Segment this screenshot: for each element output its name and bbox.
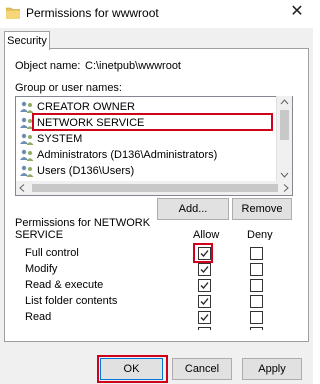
users-icon: [20, 165, 34, 178]
users-icon: [20, 101, 34, 114]
allow-checkbox-read[interactable]: [198, 311, 211, 324]
list-item-system[interactable]: SYSTEM: [20, 131, 82, 147]
permission-row-read-execute: Read & execute: [15, 277, 291, 294]
permission-name: Read: [25, 311, 52, 323]
cancel-button[interactable]: Cancel: [172, 358, 232, 380]
deny-checkbox-read-execute[interactable]: [250, 279, 263, 292]
permission-name: Full control: [25, 247, 79, 259]
allow-checkbox-read-execute[interactable]: [198, 279, 211, 292]
allow-checkbox-list-folder-contents[interactable]: [198, 295, 211, 308]
permission-name: List folder contents: [25, 295, 118, 307]
highlight-network-service: [32, 113, 273, 131]
list-item-label: CREATOR OWNER: [37, 101, 135, 113]
window-title: Permissions for wwwroot: [26, 6, 159, 20]
deny-checkbox-modify[interactable]: [250, 263, 263, 276]
tab-security-label: Security: [7, 35, 47, 47]
list-item-label: Users (D136\Users): [37, 165, 135, 177]
object-name-value: C:\inetpub\wwwroot: [85, 60, 181, 72]
list-item-label: Administrators (D136\Administrators): [37, 149, 218, 161]
list-item-administrators[interactable]: Administrators (D136\Administrators): [20, 147, 217, 163]
list-horizontal-scrollbar[interactable]: [15, 181, 293, 196]
remove-button[interactable]: Remove: [232, 198, 292, 220]
permission-row-list-folder-contents: List folder contents: [15, 293, 291, 310]
permission-name: Read & execute: [25, 279, 104, 291]
users-icon: [20, 149, 34, 162]
tab-security[interactable]: Security: [4, 31, 50, 50]
highlight-ok-button: [97, 355, 168, 383]
folder-icon: [5, 7, 21, 20]
permissions-label-line1: Permissions for NETWORK: [15, 217, 151, 229]
permission-row-read: Read: [15, 309, 291, 326]
list-item-users[interactable]: Users (D136\Users): [20, 163, 134, 179]
permission-row-modify: Modify: [15, 261, 291, 278]
group-user-listbox[interactable]: CREATOR OWNER NETWORK SERVICE SYSTEM Adm…: [15, 96, 293, 183]
deny-checkbox-partial[interactable]: [250, 327, 263, 330]
users-icon: [20, 133, 34, 146]
permission-name: Modify: [25, 263, 58, 275]
highlight-full-control-allow: [193, 243, 213, 263]
permissions-table: Full control Modify Read & execute List …: [15, 240, 291, 330]
add-button[interactable]: Add...: [157, 198, 229, 220]
deny-checkbox-full-control[interactable]: [250, 247, 263, 260]
group-list-label: Group or user names:: [15, 82, 122, 94]
permission-row-partial: [15, 325, 291, 330]
deny-checkbox-list-folder-contents[interactable]: [250, 295, 263, 308]
close-icon[interactable]: ✕: [286, 2, 308, 22]
list-item-label: SYSTEM: [37, 133, 83, 145]
list-vertical-scrollbar[interactable]: [276, 96, 292, 181]
deny-checkbox-read[interactable]: [250, 311, 263, 324]
apply-button[interactable]: Apply: [242, 358, 302, 380]
allow-checkbox-modify[interactable]: [198, 263, 211, 276]
allow-checkbox-partial[interactable]: [198, 327, 211, 330]
permission-row-full-control: Full control: [15, 245, 291, 262]
object-name-label: Object name:: [15, 60, 81, 72]
